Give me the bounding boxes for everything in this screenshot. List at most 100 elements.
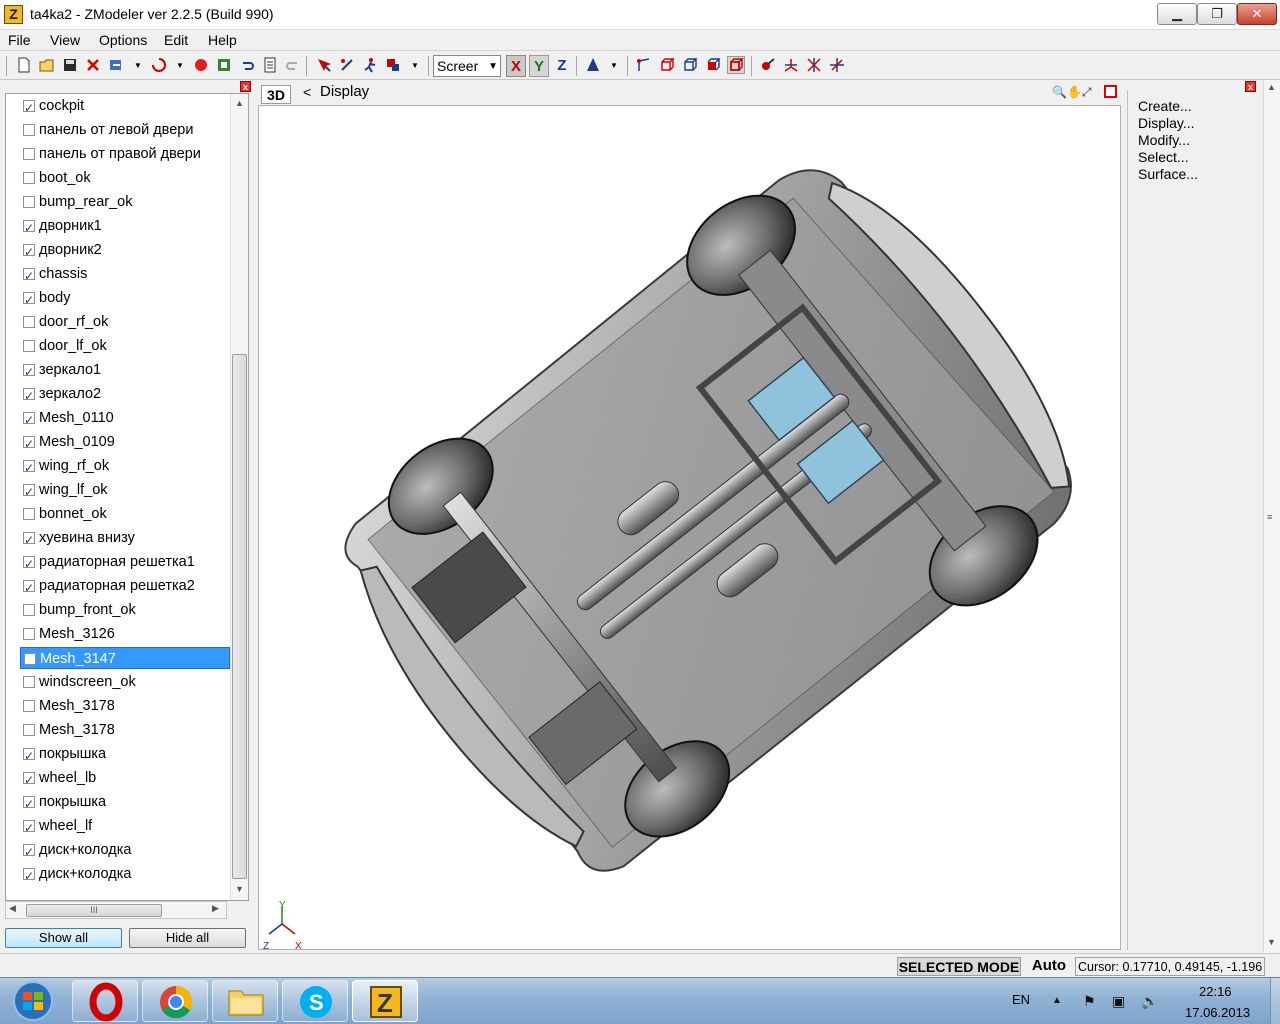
visibility-checkbox[interactable] bbox=[23, 409, 35, 431]
face-mode-icon[interactable] bbox=[682, 57, 698, 73]
object-list-item[interactable]: Mesh_3126 bbox=[20, 623, 230, 645]
visibility-checkbox[interactable] bbox=[23, 553, 35, 575]
visibility-checkbox[interactable] bbox=[23, 841, 35, 863]
visibility-checkbox[interactable] bbox=[23, 577, 35, 599]
visibility-checkbox[interactable] bbox=[23, 676, 35, 688]
axes-tool-icon[interactable] bbox=[783, 57, 799, 73]
import-dropdown-icon[interactable]: ▼ bbox=[134, 61, 150, 77]
show-all-button[interactable]: Show all bbox=[5, 928, 122, 948]
visibility-checkbox[interactable] bbox=[23, 724, 35, 736]
object-list[interactable]: ▲ ▼ cockpit панель от левой двери панель о… bbox=[5, 93, 249, 901]
redo-icon[interactable] bbox=[285, 57, 301, 73]
object-list-item[interactable]: chassis bbox=[20, 263, 230, 287]
object-list-item[interactable]: wheel_lb bbox=[20, 767, 230, 791]
visibility-checkbox[interactable] bbox=[23, 124, 35, 136]
object-list-item[interactable]: панель от левой двери bbox=[20, 119, 230, 141]
object-list-item[interactable]: дворник2 bbox=[20, 239, 230, 263]
properties-icon[interactable] bbox=[262, 57, 278, 73]
coordinate-space-select[interactable]: Screer ▼ bbox=[433, 55, 501, 77]
object-list-item[interactable]: Mesh_3147 bbox=[20, 647, 230, 669]
scroll-grip-icon[interactable]: ≡ bbox=[1267, 512, 1272, 522]
command-create[interactable]: Create... bbox=[1138, 98, 1192, 114]
object-list-item[interactable]: windscreen_ok bbox=[20, 671, 230, 693]
viewport-zoom-pan-icons[interactable]: 🔍✋⤢ bbox=[1052, 85, 1091, 100]
close-panel-icon[interactable]: x bbox=[240, 81, 251, 92]
taskbar-zmodeler[interactable]: Z bbox=[352, 980, 418, 1022]
visibility-checkbox[interactable] bbox=[23, 700, 35, 712]
object-list-item[interactable]: Mesh_0109 bbox=[20, 431, 230, 455]
transform-dropdown-icon[interactable]: ▼ bbox=[411, 61, 427, 77]
object-list-item[interactable]: door_rf_ok bbox=[20, 311, 230, 333]
object-list-item[interactable]: body bbox=[20, 287, 230, 311]
viewport-mode-label[interactable]: 3D bbox=[261, 85, 291, 104]
menu-view[interactable]: View bbox=[50, 32, 80, 48]
tray-expand-icon[interactable]: ▲ bbox=[1052, 995, 1062, 1006]
select-vertex-icon[interactable] bbox=[339, 57, 355, 73]
object-list-item[interactable]: wing_lf_ok bbox=[20, 479, 230, 503]
hscroll-thumb[interactable]: III bbox=[26, 904, 162, 917]
minimize-button[interactable]: ▁ bbox=[1157, 3, 1197, 25]
clock-time[interactable]: 22:16 bbox=[1199, 984, 1232, 999]
visibility-checkbox[interactable] bbox=[23, 289, 35, 311]
visibility-checkbox[interactable] bbox=[23, 241, 35, 263]
object-list-item[interactable]: радиаторная решетка2 bbox=[20, 575, 230, 599]
selection-mode-icon[interactable] bbox=[727, 56, 745, 74]
visibility-checkbox[interactable] bbox=[24, 653, 36, 665]
object-list-hscroll[interactable]: ◀ III ▶ bbox=[5, 901, 227, 919]
taskbar-skype[interactable]: S bbox=[282, 980, 348, 1022]
object-list-item[interactable]: cockpit bbox=[20, 95, 230, 119]
object-list-item[interactable]: wing_rf_ok bbox=[20, 455, 230, 479]
delete-icon[interactable] bbox=[85, 57, 101, 73]
scroll-down-icon[interactable]: ▼ bbox=[235, 884, 244, 894]
scroll-left-icon[interactable]: ◀ bbox=[9, 903, 16, 914]
object-list-item[interactable]: Mesh_3178 bbox=[20, 719, 230, 741]
menu-help[interactable]: Help bbox=[208, 32, 237, 48]
visibility-checkbox[interactable] bbox=[23, 385, 35, 407]
visibility-checkbox[interactable] bbox=[23, 217, 35, 239]
new-file-icon[interactable] bbox=[16, 57, 32, 73]
visibility-checkbox[interactable] bbox=[23, 361, 35, 383]
select-tool-icon[interactable] bbox=[316, 57, 332, 73]
object-list-item[interactable]: зеркало2 bbox=[20, 383, 230, 407]
scroll-up-icon[interactable]: ▲ bbox=[235, 98, 244, 108]
visibility-checkbox[interactable] bbox=[23, 148, 35, 160]
visibility-checkbox[interactable] bbox=[23, 529, 35, 551]
object-list-item[interactable]: boot_ok bbox=[20, 167, 230, 189]
object-list-item[interactable]: Mesh_3178 bbox=[20, 695, 230, 717]
maximize-button[interactable]: ❐ bbox=[1197, 3, 1237, 25]
viewport-maximize-icon[interactable] bbox=[1104, 85, 1117, 98]
object-list-item[interactable]: Mesh_0110 bbox=[20, 407, 230, 431]
zmodeler-app-icon[interactable]: Z bbox=[4, 5, 23, 24]
command-panel-scrollbar[interactable]: ▲ ≡ ▼ bbox=[1263, 80, 1280, 953]
object-list-item[interactable]: панель от правой двери bbox=[20, 143, 230, 165]
visibility-checkbox[interactable] bbox=[23, 172, 35, 184]
visibility-checkbox[interactable] bbox=[23, 508, 35, 520]
object-list-item[interactable]: bump_rear_ok bbox=[20, 191, 230, 213]
object-list-item[interactable]: bonnet_ok bbox=[20, 503, 230, 525]
network-icon[interactable]: ▣ bbox=[1112, 993, 1125, 1010]
visibility-checkbox[interactable] bbox=[23, 265, 35, 287]
import-icon[interactable] bbox=[108, 57, 124, 73]
language-indicator[interactable]: EN bbox=[1012, 992, 1030, 1007]
axis-z-toggle[interactable]: Z bbox=[552, 55, 572, 77]
object-list-item[interactable]: диск+колодка bbox=[20, 839, 230, 863]
axis-x-toggle[interactable]: X bbox=[506, 55, 526, 77]
visibility-checkbox[interactable] bbox=[23, 433, 35, 455]
object-list-item[interactable]: покрышка bbox=[20, 743, 230, 767]
open-folder-icon[interactable] bbox=[39, 57, 55, 73]
start-button-icon[interactable] bbox=[6, 980, 60, 1022]
undo-icon[interactable] bbox=[239, 57, 255, 73]
taskbar-opera[interactable] bbox=[72, 980, 138, 1022]
undo-history-icon[interactable] bbox=[151, 57, 167, 73]
scroll-down-icon[interactable]: ▼ bbox=[1267, 937, 1276, 947]
paint-icon[interactable] bbox=[760, 57, 776, 73]
taskbar-chrome[interactable] bbox=[142, 980, 208, 1022]
object-list-item[interactable]: дворник1 bbox=[20, 215, 230, 239]
pivot-icon[interactable] bbox=[585, 57, 601, 73]
auto-mode-indicator[interactable]: Auto bbox=[1024, 957, 1074, 976]
pivot-dropdown-icon[interactable]: ▼ bbox=[610, 61, 626, 77]
scroll-right-icon[interactable]: ▶ bbox=[212, 903, 219, 914]
visibility-checkbox[interactable] bbox=[23, 340, 35, 352]
menu-options[interactable]: Options bbox=[99, 32, 147, 48]
command-surface[interactable]: Surface... bbox=[1138, 166, 1198, 182]
